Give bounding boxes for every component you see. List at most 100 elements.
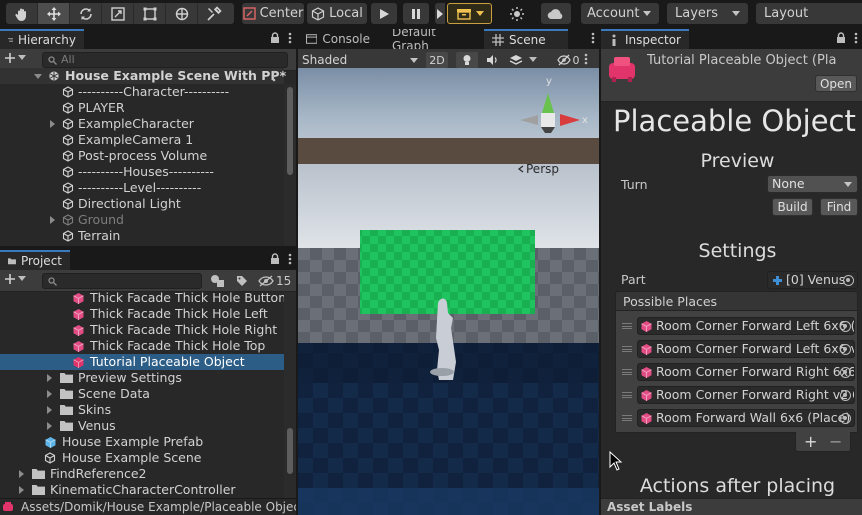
fold-closed-icon[interactable] [47,390,52,398]
fold-closed-icon[interactable] [47,406,52,414]
object-picker-icon[interactable] [843,275,854,286]
open-button[interactable]: Open [815,75,857,92]
layers-dropdown[interactable]: Layers [667,3,748,24]
object-picker-icon[interactable] [840,344,851,355]
drag-handle-icon[interactable] [622,346,632,352]
project-search-input[interactable] [42,273,202,289]
project-create-button[interactable] [4,273,26,285]
more-menu-icon[interactable] [272,70,276,82]
place-object-field[interactable]: Room Corner Forward Left 6x6 v2 [637,340,855,358]
part-object-field[interactable]: [0] Venus [767,271,858,289]
hierarchy-item[interactable]: Post-process Volume [0,148,284,164]
hierarchy-search-input[interactable]: All [42,52,288,68]
cloud-button[interactable] [541,3,571,24]
hierarchy-item[interactable]: ExampleCamera 1 [0,132,284,148]
fold-closed-icon[interactable] [19,470,24,478]
project-scrollbar[interactable] [284,292,296,498]
create-button[interactable] [4,52,26,64]
tab-console[interactable]: Console [298,29,378,49]
place-object-field[interactable]: Room Corner Forward Left 6x6 (P [637,317,855,335]
lock-icon[interactable] [836,32,846,44]
custom-tool-button[interactable] [198,3,230,24]
lock-icon[interactable] [270,253,280,265]
persp-label[interactable]: Persp [526,162,559,176]
hierarchy-item[interactable]: ----------Character---------- [0,84,284,100]
project-item[interactable]: Venus [0,418,284,434]
possible-places-header[interactable]: Possible Places [615,291,858,311]
filter-by-type-icon[interactable] [210,274,226,288]
place-object-field[interactable]: Room Corner Forward Right v2 6x [637,386,855,404]
hierarchy-item[interactable]: ExampleCharacter [0,116,284,132]
object-picker-icon[interactable] [840,321,851,332]
shading-mode-dropdown[interactable]: Shaded [302,51,418,69]
pivot-center-toggle[interactable]: Center [242,3,304,24]
build-button[interactable]: Build [772,198,813,216]
project-item[interactable]: Tutorial Placeable Object [0,354,284,370]
scene-row[interactable]: House Example Scene With PP* [0,68,286,84]
hierarchy-scrollbar[interactable] [284,84,296,246]
scene-visibility-toggle[interactable]: 0 [554,52,582,68]
more-menu-icon[interactable] [591,32,595,44]
fold-closed-icon[interactable] [47,422,52,430]
account-dropdown[interactable]: Account [581,3,659,24]
turn-dropdown[interactable]: None [767,175,858,193]
project-item[interactable]: Thick Facade Thick Hole Left [0,306,284,322]
hidden-packages-toggle[interactable]: 15 [258,274,291,288]
hierarchy-item[interactable]: Terrain [0,228,284,244]
object-picker-icon[interactable] [840,413,851,424]
project-item[interactable]: House Example Prefab [0,434,284,450]
drag-handle-icon[interactable] [622,323,632,329]
project-item[interactable]: Preview Settings [0,370,284,386]
filter-by-label-icon[interactable] [236,275,248,287]
hierarchy-item[interactable]: Directional Light [0,196,284,212]
place-object-field[interactable]: Room Corner Forward Right 6x6 ( [637,363,855,381]
pause-button[interactable] [403,3,429,24]
hand-tool-button[interactable] [6,3,38,24]
tab-hierarchy[interactable]: Hierarchy [0,29,84,49]
more-menu-icon[interactable] [288,32,292,44]
services-button[interactable] [503,3,531,24]
hierarchy-item[interactable]: PLAYER [0,100,284,116]
toggle-2d-button[interactable]: 2D [426,52,448,68]
audio-toggle[interactable] [482,52,502,68]
fold-open-icon[interactable] [34,74,42,79]
project-item[interactable]: FindReference2 [0,466,284,482]
project-item[interactable]: House Example Scene [0,450,284,466]
more-menu-icon[interactable] [854,32,858,44]
play-button[interactable] [371,3,397,24]
hierarchy-item[interactable]: ----------Level---------- [0,180,284,196]
scale-tool-button[interactable] [102,3,134,24]
project-item[interactable]: Thick Facade Thick Hole Top [0,338,284,354]
fold-closed-icon[interactable] [50,120,55,128]
project-item[interactable]: KinematicCharacterController [0,482,284,498]
object-picker-icon[interactable] [840,390,851,401]
lock-icon[interactable] [270,32,280,44]
hierarchy-item[interactable]: ----------Houses---------- [0,164,284,180]
scrollbar-thumb[interactable] [287,87,293,175]
project-item[interactable]: Thick Facade Thick Hole Right [0,322,284,338]
more-menu-icon[interactable] [584,53,588,65]
add-place-button[interactable]: + [804,432,817,451]
fold-closed-icon[interactable] [50,216,55,224]
effects-dropdown[interactable] [506,52,540,68]
tab-inspector[interactable]: Inspector [601,29,689,49]
project-item[interactable]: Thick Facade Thick Hole Buttom [0,290,290,306]
move-tool-button[interactable] [38,3,70,24]
fold-closed-icon[interactable] [47,374,52,382]
scene-viewport[interactable]: y x Persp [298,68,599,515]
layout-dropdown[interactable]: Layout [756,3,862,24]
rect-tool-button[interactable] [134,3,166,24]
object-picker-icon[interactable] [840,367,851,378]
lighting-toggle[interactable] [456,52,478,68]
hierarchy-item[interactable]: Ground [0,212,284,228]
tab-default-graph[interactable]: Default Graph [384,29,480,53]
rotate-tool-button[interactable] [70,3,102,24]
asset-labels-bar[interactable]: Asset Labels [601,498,862,515]
step-button[interactable] [435,3,445,24]
scrollbar-thumb[interactable] [287,428,293,474]
place-object-field[interactable]: Room Forward Wall 6x6 (Place) [637,409,855,427]
more-menu-icon[interactable] [288,253,292,265]
tab-project[interactable]: Project [0,250,70,270]
archive-dropdown-button[interactable] [447,3,492,24]
drag-handle-icon[interactable] [622,415,632,421]
